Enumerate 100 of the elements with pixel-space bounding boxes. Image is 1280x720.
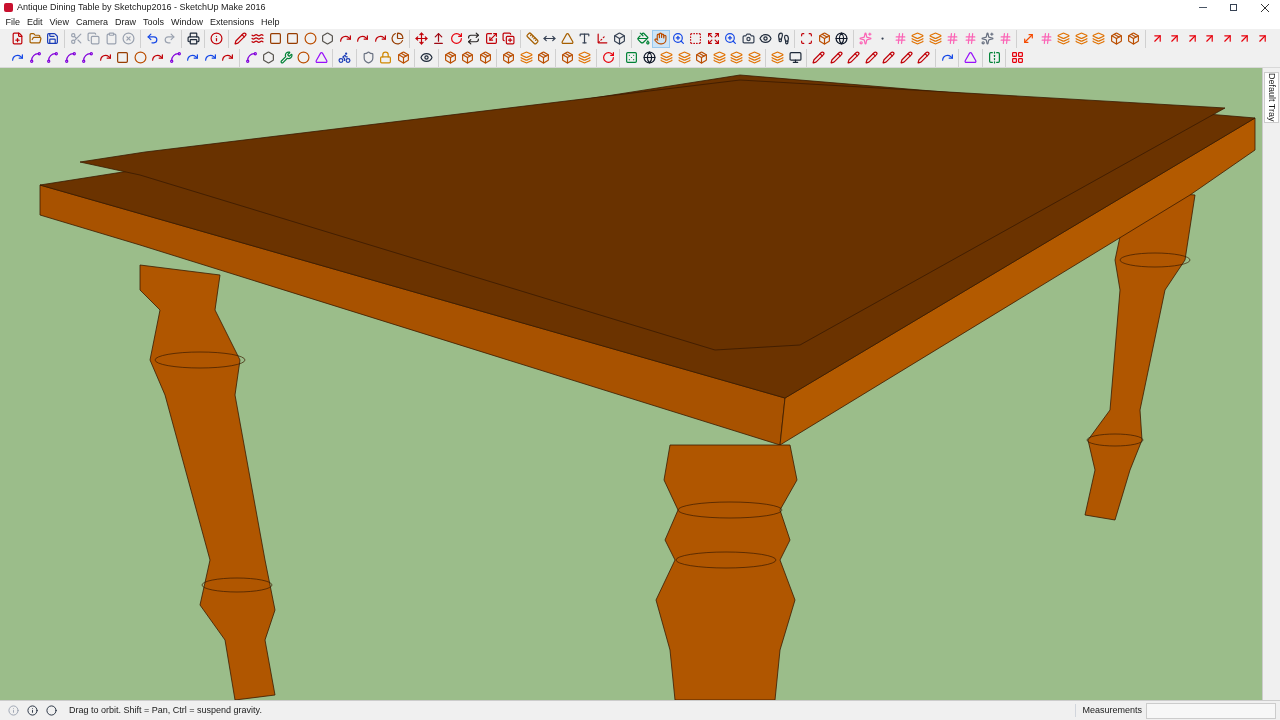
pie-icon [391,32,405,46]
box-icon [537,51,551,65]
measurements-field[interactable] [1146,702,1276,719]
move-icon [414,32,428,46]
minimize-icon [1198,7,1207,8]
toolbar-button[interactable] [640,48,658,67]
scissors-icon [69,32,83,46]
eye-icon [420,51,434,65]
mirror-icon [987,51,1001,65]
grid-icon [1039,32,1053,46]
wrench-icon [279,51,293,65]
tray-icon [1011,51,1025,65]
triangle-icon [964,51,978,65]
box-icon [461,51,475,65]
tape-measure-icon [525,32,539,46]
toolbar-button[interactable] [184,29,202,48]
menu-item[interactable]: File [2,17,24,27]
menu-item[interactable]: Draw [111,17,140,27]
undo-icon [145,32,159,46]
grid-icon [998,32,1012,46]
status-message: Drag to orbit. Shift = Pan, Ctrl = suspend gravity. [69,703,262,717]
menu-item[interactable]: Extensions [206,17,258,27]
box-icon [396,51,410,65]
spline-icon [28,51,42,65]
spline-icon [63,51,77,65]
offset-icon [502,32,516,46]
layers-icon [928,32,942,46]
paint-bucket-icon [636,32,650,46]
footprints-icon [776,32,790,46]
layers-icon [578,51,592,65]
layers-icon [660,51,674,65]
text-icon [578,32,592,46]
tray-tab[interactable]: Default Tray [1264,72,1279,123]
text-3d-icon [613,32,627,46]
pencil-icon [233,32,247,46]
restore-icon [1230,4,1237,11]
info-icon [27,705,38,716]
circle-icon [297,51,311,65]
triangle-icon [314,51,328,65]
grid-icon [893,32,907,46]
spline-icon [81,51,95,65]
zoom-icon [671,32,685,46]
box-icon [1127,32,1141,46]
folder-icon [28,32,42,46]
redo-icon [163,32,177,46]
layers-icon [1074,32,1088,46]
lock-icon [379,51,393,65]
layers-icon [747,51,761,65]
layers-icon [730,51,744,65]
scale-icon [484,32,498,46]
sphere-icon [642,51,656,65]
layers-icon [677,51,691,65]
circle-icon [303,32,317,46]
axes-icon [595,32,609,46]
star-icon [981,32,995,46]
printer-icon [186,32,200,46]
polygon-icon [321,32,335,46]
zoom-icon [724,32,738,46]
menu-item[interactable]: Camera [72,17,112,27]
pencil-icon [829,51,843,65]
menu-item[interactable]: View [46,17,73,27]
app-logo-icon [4,3,13,12]
menu-item[interactable]: Window [167,17,207,27]
box-icon [478,51,492,65]
sphere-icon [835,32,849,46]
protractor-icon [560,32,574,46]
camera-icon [741,32,755,46]
layers-icon [712,51,726,65]
eye-icon [759,32,773,46]
box-icon [1109,32,1123,46]
rectangle-icon [268,32,282,46]
bike-icon [338,51,352,65]
new-file-icon [11,32,25,46]
menu-item[interactable]: Help [257,17,283,27]
pencil-icon [917,51,931,65]
follow-me-icon [467,32,481,46]
pencil-icon [847,51,861,65]
push-pull-icon [432,32,446,46]
layers-icon [911,32,925,46]
spline-icon [244,51,258,65]
rotate-icon [449,32,463,46]
spline-icon [168,51,182,65]
spline-icon [46,51,60,65]
pencil-icon [882,51,896,65]
menu-item[interactable]: Edit [23,17,47,27]
polygon-icon [262,51,276,65]
freehand-icon [251,32,265,46]
pencil-icon [864,51,878,65]
pencil-icon [899,51,913,65]
copy-icon [87,32,101,46]
rectangle-icon [116,51,130,65]
zoom-extents-icon [706,32,720,46]
menu-item[interactable]: Tools [139,17,168,27]
hand-icon [654,32,668,46]
toolbar-button[interactable] [833,29,851,48]
box-icon [817,32,831,46]
box-icon [502,51,516,65]
sparkle-icon [858,32,872,46]
layers-icon [1092,32,1106,46]
dice-icon [625,51,639,65]
